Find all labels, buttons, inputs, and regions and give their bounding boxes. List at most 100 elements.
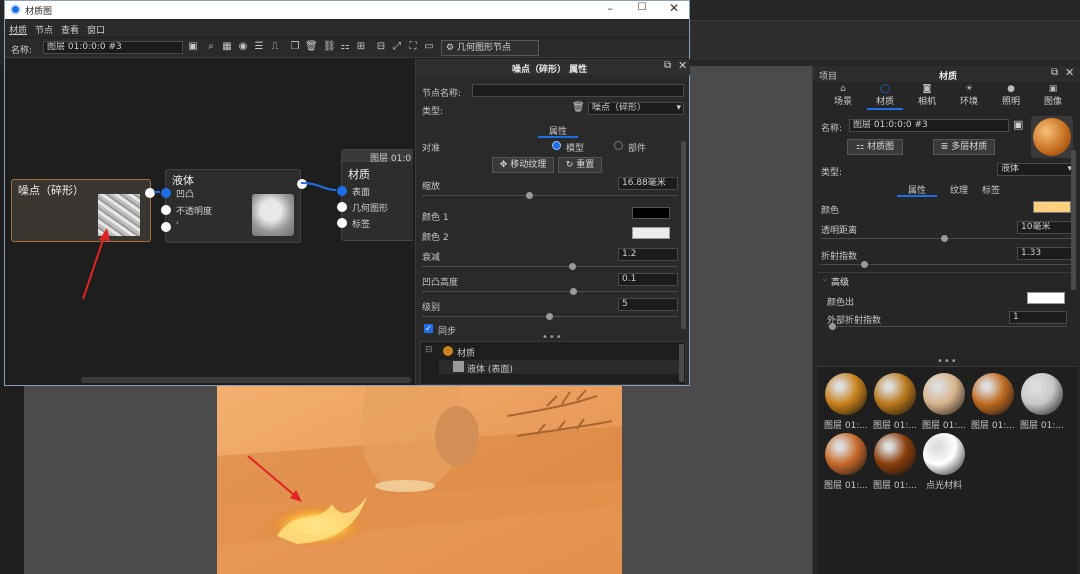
move-texture-button[interactable]: ✥ 移动纹理 bbox=[492, 157, 554, 173]
color2-swatch[interactable] bbox=[632, 227, 670, 239]
library-swatch[interactable] bbox=[972, 373, 1014, 415]
collapse-icon[interactable]: ⊟ bbox=[375, 41, 387, 53]
right-undock-icon[interactable]: ⧉ bbox=[1051, 67, 1058, 78]
color1-swatch[interactable] bbox=[632, 207, 670, 219]
rp-subtab-labels[interactable]: 标签 bbox=[973, 183, 1009, 196]
graph-scrollbar[interactable] bbox=[81, 377, 411, 383]
props-close-icon[interactable]: ✕ bbox=[678, 59, 687, 72]
tab-environment[interactable]: ☀ 环境 bbox=[951, 84, 987, 107]
rp-ior-field[interactable]: 1.33 bbox=[1017, 247, 1075, 260]
sync-checkbox[interactable]: ✓ bbox=[424, 324, 433, 333]
layout-icon[interactable]: ⎍ bbox=[269, 41, 281, 53]
tree-scrollbar[interactable] bbox=[679, 344, 684, 382]
tab-material[interactable]: ◯ 材质 bbox=[867, 84, 903, 110]
connect-icon[interactable]: ⊞ bbox=[355, 41, 367, 53]
advanced-label[interactable]: 高级 bbox=[831, 275, 849, 288]
right-close-icon[interactable]: ✕ bbox=[1065, 66, 1074, 79]
rp-scrollbar[interactable] bbox=[1071, 150, 1076, 290]
trash-icon[interactable]: 🗑 bbox=[305, 41, 318, 53]
tab-image[interactable]: ▣ 图像 bbox=[1035, 84, 1071, 107]
rp-type-select[interactable]: 液体 ▾ bbox=[997, 163, 1075, 176]
tree-material-label[interactable]: 材质 bbox=[457, 346, 475, 359]
rp-subtab-texture[interactable]: 纹理 bbox=[941, 183, 977, 196]
material-tree: ⊟ 材质 液体 (表面) bbox=[420, 341, 686, 385]
fit-icon[interactable]: ⛶ bbox=[407, 41, 419, 53]
radio-part[interactable] bbox=[614, 141, 623, 150]
rp-transparency-slider-track[interactable] bbox=[821, 238, 1075, 239]
library-swatch[interactable] bbox=[874, 373, 916, 415]
tab-camera[interactable]: ◙ 相机 bbox=[909, 84, 945, 107]
tab-scene[interactable]: ⌂ 场景 bbox=[825, 84, 861, 107]
props-scrollbar[interactable] bbox=[681, 141, 686, 329]
rp-color-swatch[interactable] bbox=[1033, 201, 1071, 213]
bump-slider-knob[interactable] bbox=[570, 288, 577, 295]
library-swatch[interactable] bbox=[923, 373, 965, 415]
library-swatch-label: 图层 01:... bbox=[873, 481, 917, 491]
align-icon[interactable]: ☰ bbox=[253, 41, 265, 53]
rp-outer-ior-slider-knob[interactable] bbox=[829, 323, 836, 330]
library-swatch[interactable] bbox=[1021, 373, 1063, 415]
scale-slider-knob[interactable] bbox=[526, 192, 533, 199]
rp-transparency-slider-knob[interactable] bbox=[941, 235, 948, 242]
geometry-node-button[interactable]: ⚙ 几何图形节点 bbox=[441, 40, 539, 56]
menu-node[interactable]: 节点 bbox=[35, 23, 53, 36]
undock-icon[interactable]: ⧉ bbox=[664, 60, 671, 71]
geometry-node-icon: ⚙ bbox=[446, 43, 455, 53]
close-button[interactable]: ✕ bbox=[667, 1, 681, 15]
rp-name-field[interactable]: 图层 01:0:0:0 #3 bbox=[849, 119, 1009, 132]
sync-label: 同步 bbox=[438, 327, 457, 337]
rp-save-icon[interactable]: ▣ bbox=[1013, 118, 1023, 131]
decay-slider-track[interactable] bbox=[422, 266, 678, 267]
expand-icon[interactable]: ⤢ bbox=[391, 41, 403, 53]
advanced-chevron-icon[interactable]: ⌄ bbox=[821, 274, 829, 284]
grid-icon[interactable]: ▦ bbox=[221, 41, 233, 53]
scale-field[interactable]: 16.88毫米 bbox=[618, 177, 678, 190]
link-icon[interactable]: ⛓ bbox=[323, 41, 336, 53]
save-icon[interactable]: ▣ bbox=[187, 41, 199, 53]
frame-icon[interactable]: ▭ bbox=[423, 41, 435, 53]
menu-material[interactable]: 材质 bbox=[9, 23, 27, 36]
level-slider-knob[interactable] bbox=[546, 313, 553, 320]
graph-canvas[interactable]: 噪点（碎形） 液体 凹凸 不透明度 ' 图层 01:0 材质 表面 几何图形 标… bbox=[5, 59, 413, 385]
rp-color-out-swatch[interactable] bbox=[1027, 292, 1065, 304]
type-select[interactable]: 噪点（碎形） ▾ bbox=[588, 102, 684, 115]
scale-slider-track[interactable] bbox=[422, 195, 678, 196]
reset-button[interactable]: ↻ 重置 bbox=[558, 157, 602, 173]
tree-expander-icon[interactable]: ⊟ bbox=[425, 345, 433, 355]
decay-field[interactable]: 1.2 bbox=[618, 248, 678, 261]
rp-outer-ior-field[interactable]: 1 bbox=[1009, 311, 1067, 324]
tab-lighting[interactable]: ● 照明 bbox=[993, 84, 1029, 107]
rp-ior-slider-track[interactable] bbox=[821, 264, 1075, 265]
nodes-icon[interactable]: ⚏ bbox=[339, 41, 351, 53]
search-icon[interactable]: ⌕ bbox=[205, 41, 217, 53]
minimize-button[interactable]: – bbox=[603, 2, 617, 15]
tree-liquid-row[interactable]: 液体 (表面) bbox=[439, 360, 679, 375]
right-panel-header: 项目 材质 ⧉ ✕ bbox=[813, 66, 1080, 82]
library-swatch[interactable] bbox=[923, 433, 965, 475]
menu-view[interactable]: 查看 bbox=[61, 23, 79, 36]
copy-icon[interactable]: ❐ bbox=[289, 41, 301, 53]
multilayer-button[interactable]: ≣ 多层材质 bbox=[933, 139, 995, 155]
library-swatch[interactable] bbox=[874, 433, 916, 475]
material-graph-button[interactable]: ⚏ 材质图 bbox=[847, 139, 903, 155]
bump-height-field[interactable]: 0.1 bbox=[618, 273, 678, 286]
rp-ior-slider-knob[interactable] bbox=[861, 261, 868, 268]
level-field[interactable]: 5 bbox=[618, 298, 678, 311]
node-name-field[interactable] bbox=[472, 84, 684, 97]
material-preview-sphere[interactable] bbox=[1031, 116, 1073, 158]
window-titlebar[interactable]: 材质图 – ☐ ✕ bbox=[5, 1, 689, 19]
type-trash-icon[interactable]: 🗑 bbox=[572, 102, 585, 113]
radio-model[interactable] bbox=[552, 141, 561, 150]
library-swatch[interactable] bbox=[825, 433, 867, 475]
decay-slider-knob[interactable] bbox=[569, 263, 576, 270]
library-swatch[interactable] bbox=[825, 373, 867, 415]
target-icon[interactable]: ◉ bbox=[237, 41, 249, 53]
menu-window[interactable]: 窗口 bbox=[87, 23, 105, 36]
library-swatch-label: 图层 01:... bbox=[971, 421, 1015, 431]
name-field[interactable]: 图层 01:0:0:0 #3 bbox=[43, 41, 183, 54]
bump-slider-track[interactable] bbox=[422, 291, 678, 292]
color1-label: 颜色 1 bbox=[422, 213, 449, 223]
rp-transparency-field[interactable]: 10毫米 bbox=[1017, 221, 1075, 234]
rp-outer-ior-slider-track[interactable] bbox=[827, 326, 1067, 327]
maximize-button[interactable]: ☐ bbox=[635, 2, 649, 13]
